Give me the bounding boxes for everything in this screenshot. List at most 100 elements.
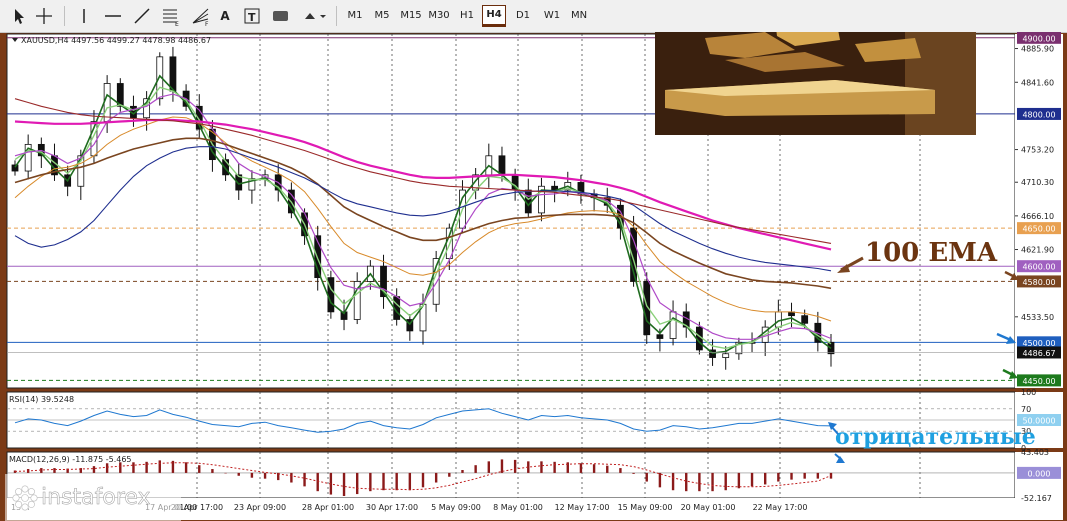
timeframe-m1-button[interactable]: M1 [344,5,366,27]
macd-bar [632,472,635,474]
instaforex-logo: instaforexInstant Forex Trading [5,474,181,521]
y-tick-label: 4621.90 [1021,246,1054,255]
x-tick-label: 15 May 09:00 [618,503,673,512]
candle-body [801,315,809,324]
annotation-100-ema: 100 EMA [865,238,998,268]
candle-body [103,83,111,122]
crosshair-icon[interactable] [34,5,54,27]
chart-toolbar: E F A T M1 M5 M15 M30 H1 H4 D1 W1 MN [0,0,1067,33]
macd-bar [553,461,556,473]
level-price-label: 4900.00 [1022,34,1055,43]
macd-tick-label: 0.000 [1028,469,1051,478]
candle-body [669,311,677,339]
x-tick-label: 8 May 01:00 [493,503,543,512]
logo-icon-dot [15,500,23,508]
timeframe-m15-button[interactable]: M15 [398,5,424,27]
trendline-icon[interactable] [132,5,152,27]
toolbar-separator [336,6,337,26]
macd-bar [513,459,517,473]
toolbar-separator [64,6,65,26]
macd-bar [763,472,767,485]
cursor-icon[interactable] [8,5,28,27]
rsi-tick-label: 100 [1021,388,1036,397]
macd-bar [53,468,56,473]
macd-bar [132,462,135,473]
macd-bar [487,461,491,473]
macd-bar [184,462,188,473]
macd-bar [645,472,648,482]
macd-bar [671,472,675,491]
timeframe-h1-button[interactable]: H1 [456,5,478,27]
rsi-title: RSI(14) 39.5248 [9,395,74,404]
macd-bar [474,465,477,473]
x-tick-label: 30 Apr 17:00 [366,503,418,512]
y-tick-label: 4885.90 [1021,45,1054,54]
fibonacci-icon[interactable]: E [160,5,182,28]
rectangle-icon[interactable] [270,5,292,27]
macd-bar [777,472,780,482]
logo-name: instaforex [41,485,151,510]
gold-bars-image [655,32,976,135]
timeframe-d1-button[interactable]: D1 [512,5,534,27]
vertical-line-icon[interactable] [74,5,94,27]
x-tick-label: 23 Apr 09:00 [234,503,286,512]
candle-body [169,56,177,92]
text-label-icon[interactable]: T [242,5,262,27]
macd-bar [540,461,543,473]
y-tick-label: 4533.50 [1021,313,1054,322]
logo-icon-dot [15,488,23,496]
timeframe-w1-button[interactable]: W1 [540,5,564,27]
fibonacci-fan-icon[interactable]: F [190,5,212,28]
y-tick-label: 4666.10 [1021,212,1054,221]
annotation-negative: отрицательные [835,424,1036,450]
macd-bar [619,468,622,473]
macd-bar [461,470,464,473]
y-tick-label: 4753.20 [1021,146,1054,155]
logo-icon-dot [21,485,29,493]
timeframe-mn-button[interactable]: MN [568,5,590,27]
macd-bar [685,472,688,492]
x-tick-label: 22 May 17:00 [753,503,808,512]
macd-tick-label: -52.167 [1021,494,1052,503]
macd-bar [750,472,754,487]
chart-area[interactable]: 4900.004800.004650.004600.004580.004500.… [5,32,1067,521]
logo-icon-dot [27,500,35,508]
timeframe-h4-button[interactable]: H4 [482,5,506,27]
shapes-menu-icon[interactable] [302,5,328,27]
current-price-label: 4486.67 [1022,349,1055,358]
macd-bar [737,472,741,489]
timeframe-m30-button[interactable]: M30 [426,5,452,27]
macd-bar [250,472,254,478]
macd-bar [316,472,319,492]
macd-bar [434,472,438,483]
svg-text:E: E [175,21,179,27]
level-price-label: 4650.00 [1022,225,1055,234]
x-tick-label: 28 Apr 01:00 [302,503,354,512]
macd-bar [421,472,425,488]
horizontal-line-icon[interactable] [102,5,124,27]
level-price-label: 4600.00 [1022,263,1055,272]
macd-bar [158,460,161,473]
macd-bar [579,463,583,473]
level-price-label: 4800.00 [1022,110,1055,119]
logo-icon-dot [21,503,29,511]
text-icon[interactable]: A [216,5,234,27]
level-price-label: 4450.00 [1022,377,1055,386]
x-tick-label: 5 May 09:00 [431,503,481,512]
macd-bar [408,472,412,491]
svg-text:T: T [248,11,256,24]
candle-body [498,155,506,176]
svg-text:F: F [205,21,209,27]
timeframe-m5-button[interactable]: M5 [370,5,394,27]
candle-body [774,311,782,328]
macd-bar [790,472,793,480]
macd-bar [803,472,806,479]
macd-bar [342,472,346,496]
macd-bar [92,466,96,473]
y-tick-label: 4841.60 [1021,78,1054,87]
candle-body [656,334,664,339]
x-tick-label: 12 May 17:00 [555,503,610,512]
candle-body [722,353,730,358]
macd-bar [105,463,109,473]
x-tick-label: 20 May 01:00 [681,503,736,512]
